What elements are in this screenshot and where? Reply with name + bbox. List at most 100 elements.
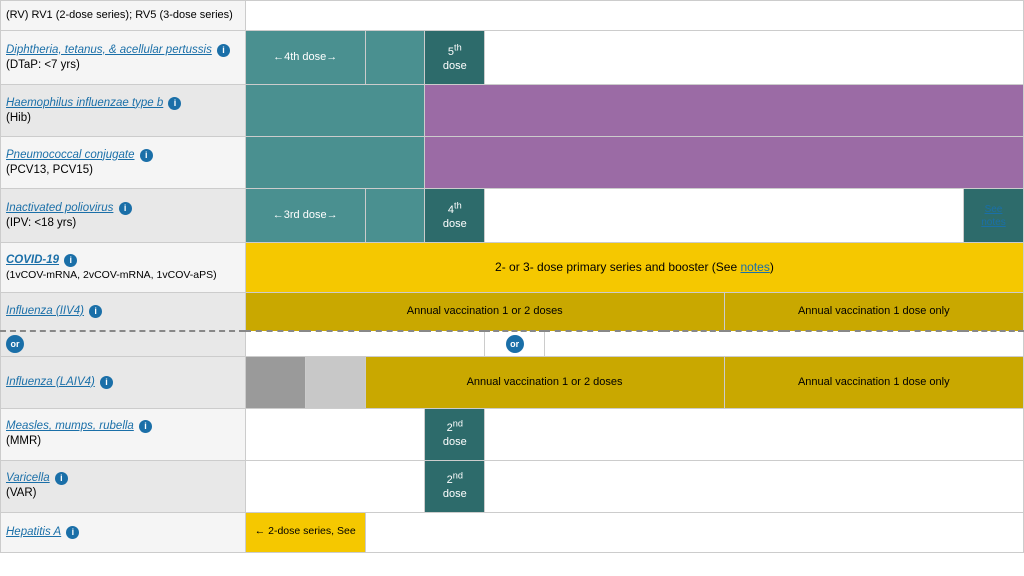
- dtap-5th-super: th: [454, 42, 462, 52]
- varicella-white-right: [485, 460, 1024, 512]
- dtap-remaining: [485, 31, 1024, 85]
- covid-row: COVID-19 i (1vCOV-mRNA, 2vCOV-mRNA, 1vCO…: [1, 243, 1024, 293]
- laiv4-annual-label: Annual vaccination 1 or 2 doses: [467, 376, 623, 388]
- mmr-white-left: [245, 408, 425, 460]
- or-badge: or: [6, 335, 24, 353]
- laiv4-vaccine-cell: Influenza (LAIV4) i: [1, 356, 246, 408]
- iiv4-link[interactable]: Influenza (IIV4): [6, 305, 84, 317]
- dtap-row: Diphtheria, tetanus, & acellular pertuss…: [1, 31, 1024, 85]
- iiv4-info-icon[interactable]: i: [89, 305, 102, 318]
- covid-link[interactable]: COVID-19: [6, 254, 59, 266]
- or-divider-row: or or: [1, 331, 1024, 357]
- mmr-2nd-super: nd: [453, 418, 463, 428]
- mmr-row: Measles, mumps, rubella i (MMR) 2nd dose: [1, 408, 1024, 460]
- iiv4-annual-1-only: Annual vaccination 1 dose only: [724, 293, 1023, 331]
- hepa-2dose-label: ← 2-dose series, See: [255, 525, 356, 537]
- hib-purple: [425, 85, 1024, 137]
- laiv4-gray1: [245, 356, 305, 408]
- mmr-vaccine-cell: Measles, mumps, rubella i (MMR): [1, 408, 246, 460]
- ipv-see-notes: Seenotes: [963, 189, 1023, 243]
- rv-label: (RV) RV1 (2-dose series); RV5 (3-dose se…: [6, 9, 233, 21]
- hepa-white-right: [365, 512, 1023, 552]
- laiv4-gray2: [305, 356, 365, 408]
- hib-info-icon[interactable]: i: [168, 97, 181, 110]
- rv-row: (RV) RV1 (2-dose series); RV5 (3-dose se…: [1, 1, 1024, 31]
- rv-data-cells: [245, 1, 1023, 31]
- hepa-row: Hepatitis A i ← 2-dose series, See: [1, 512, 1024, 552]
- dtap-info-icon[interactable]: i: [217, 44, 230, 57]
- pcv-row: Pneumococcal conjugate i (PCV13, PCV15): [1, 137, 1024, 189]
- covid-sub: (1vCOV-mRNA, 2vCOV-mRNA, 1vCOV-aPS): [6, 269, 217, 281]
- covid-notes-link[interactable]: notes: [740, 260, 769, 274]
- hib-teal-left: [245, 85, 425, 137]
- varicella-2nd-super: nd: [453, 470, 463, 480]
- varicella-link[interactable]: Varicella: [6, 472, 50, 484]
- hib-vaccine-cell: Haemophilus influenzae type b i (Hib): [1, 85, 246, 137]
- varicella-2nd-num: 2nd: [447, 474, 463, 486]
- mmr-2nd-dose-label: dose: [443, 436, 467, 448]
- iiv4-annual-label: Annual vaccination 1 or 2 doses: [407, 305, 563, 317]
- mmr-2nd-num: 2nd: [447, 422, 463, 434]
- hib-sub: (Hib): [6, 112, 31, 124]
- mmr-2nd-dose: 2nd dose: [425, 408, 485, 460]
- hib-row: Haemophilus influenzae type b i (Hib): [1, 85, 1024, 137]
- dtap-4th-dose: ←4th dose→: [245, 31, 365, 85]
- ipv-4th-dose: 4th dose: [425, 189, 485, 243]
- iiv4-vaccine-cell: Influenza (IIV4) i: [1, 293, 246, 331]
- dtap-4th-label: ←4th dose→: [273, 51, 337, 63]
- laiv4-info-icon[interactable]: i: [100, 376, 113, 389]
- vaccination-schedule-table: (RV) RV1 (2-dose series); RV5 (3-dose se…: [0, 0, 1024, 553]
- pcv-sub: (PCV13, PCV15): [6, 164, 93, 176]
- rv-vaccine-cell: (RV) RV1 (2-dose series); RV5 (3-dose se…: [1, 1, 246, 31]
- mmr-sub: (MMR): [6, 435, 41, 447]
- pcv-purple: [425, 137, 1024, 189]
- ipv-row: Inactivated poliovirus i (IPV: <18 yrs) …: [1, 189, 1024, 243]
- dtap-link[interactable]: Diphtheria, tetanus, & acellular pertuss…: [6, 44, 212, 56]
- ipv-link[interactable]: Inactivated poliovirus: [6, 202, 113, 214]
- mmr-link[interactable]: Measles, mumps, rubella: [6, 420, 134, 432]
- dtap-col3: [365, 31, 425, 85]
- ipv-sub: (IPV: <18 yrs): [6, 217, 76, 229]
- hepa-2dose: ← 2-dose series, See: [245, 512, 365, 552]
- ipv-4th-num: 4th: [448, 204, 462, 216]
- hib-link[interactable]: Haemophilus influenzae type b: [6, 97, 163, 109]
- or-left-empty: [245, 331, 484, 357]
- ipv-white: [485, 189, 964, 243]
- varicella-info-icon[interactable]: i: [55, 472, 68, 485]
- varicella-2nd-dose-label: dose: [443, 488, 467, 500]
- hepa-link[interactable]: Hepatitis A: [6, 526, 61, 538]
- hepa-info-icon[interactable]: i: [66, 526, 79, 539]
- covid-text: 2- or 3- dose primary series and booster…: [495, 260, 740, 274]
- covid-info-icon[interactable]: i: [64, 254, 77, 267]
- or-right-empty: [545, 331, 1024, 357]
- varicella-white-left: [245, 460, 425, 512]
- ipv-4th-super: th: [454, 200, 462, 210]
- ipv-info-icon[interactable]: i: [119, 202, 132, 215]
- laiv4-row: Influenza (LAIV4) i Annual vaccination 1…: [1, 356, 1024, 408]
- pcv-vaccine-cell: Pneumococcal conjugate i (PCV13, PCV15): [1, 137, 246, 189]
- varicella-sub: (VAR): [6, 487, 36, 499]
- mmr-white-right: [485, 408, 1024, 460]
- ipv-3rd-dose: ←3rd dose→: [245, 189, 365, 243]
- pcv-info-icon[interactable]: i: [140, 149, 153, 162]
- laiv4-link[interactable]: Influenza (LAIV4): [6, 376, 95, 388]
- ipv-notes-link[interactable]: Seenotes: [981, 204, 1005, 228]
- covid-text2: ): [770, 260, 774, 274]
- mmr-info-icon[interactable]: i: [139, 420, 152, 433]
- laiv4-annual-only-label: Annual vaccination 1 dose only: [798, 376, 950, 388]
- dtap-5th-num: 5th: [448, 46, 462, 58]
- iiv4-annual-only-label: Annual vaccination 1 dose only: [798, 305, 950, 317]
- covid-vaccine-cell: COVID-19 i (1vCOV-mRNA, 2vCOV-mRNA, 1vCO…: [1, 243, 246, 293]
- hepa-vaccine-cell: Hepatitis A i: [1, 512, 246, 552]
- varicella-2nd-dose: 2nd dose: [425, 460, 485, 512]
- varicella-vaccine-cell: Varicella i (VAR): [1, 460, 246, 512]
- iiv4-row: Influenza (IIV4) i Annual vaccination 1 …: [1, 293, 1024, 331]
- ipv-col3: [365, 189, 425, 243]
- pcv-link[interactable]: Pneumococcal conjugate: [6, 149, 135, 161]
- covid-data: 2- or 3- dose primary series and booster…: [245, 243, 1023, 293]
- dtap-5th-dose-label: dose: [443, 60, 467, 72]
- laiv4-annual-1-2: Annual vaccination 1 or 2 doses: [365, 356, 724, 408]
- or-vaccine-cell: or: [1, 331, 246, 357]
- or-badge-data: or: [506, 335, 524, 353]
- ipv-3rd-label: ←3rd dose→: [273, 209, 338, 221]
